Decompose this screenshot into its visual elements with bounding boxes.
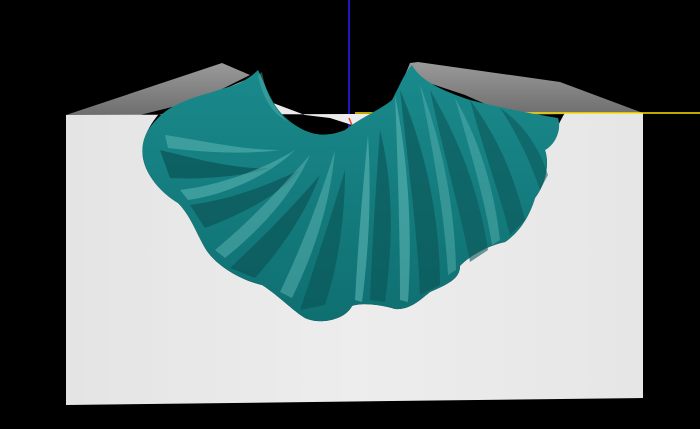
scene-canvas[interactable] <box>0 0 700 429</box>
3d-viewport[interactable] <box>0 0 700 429</box>
